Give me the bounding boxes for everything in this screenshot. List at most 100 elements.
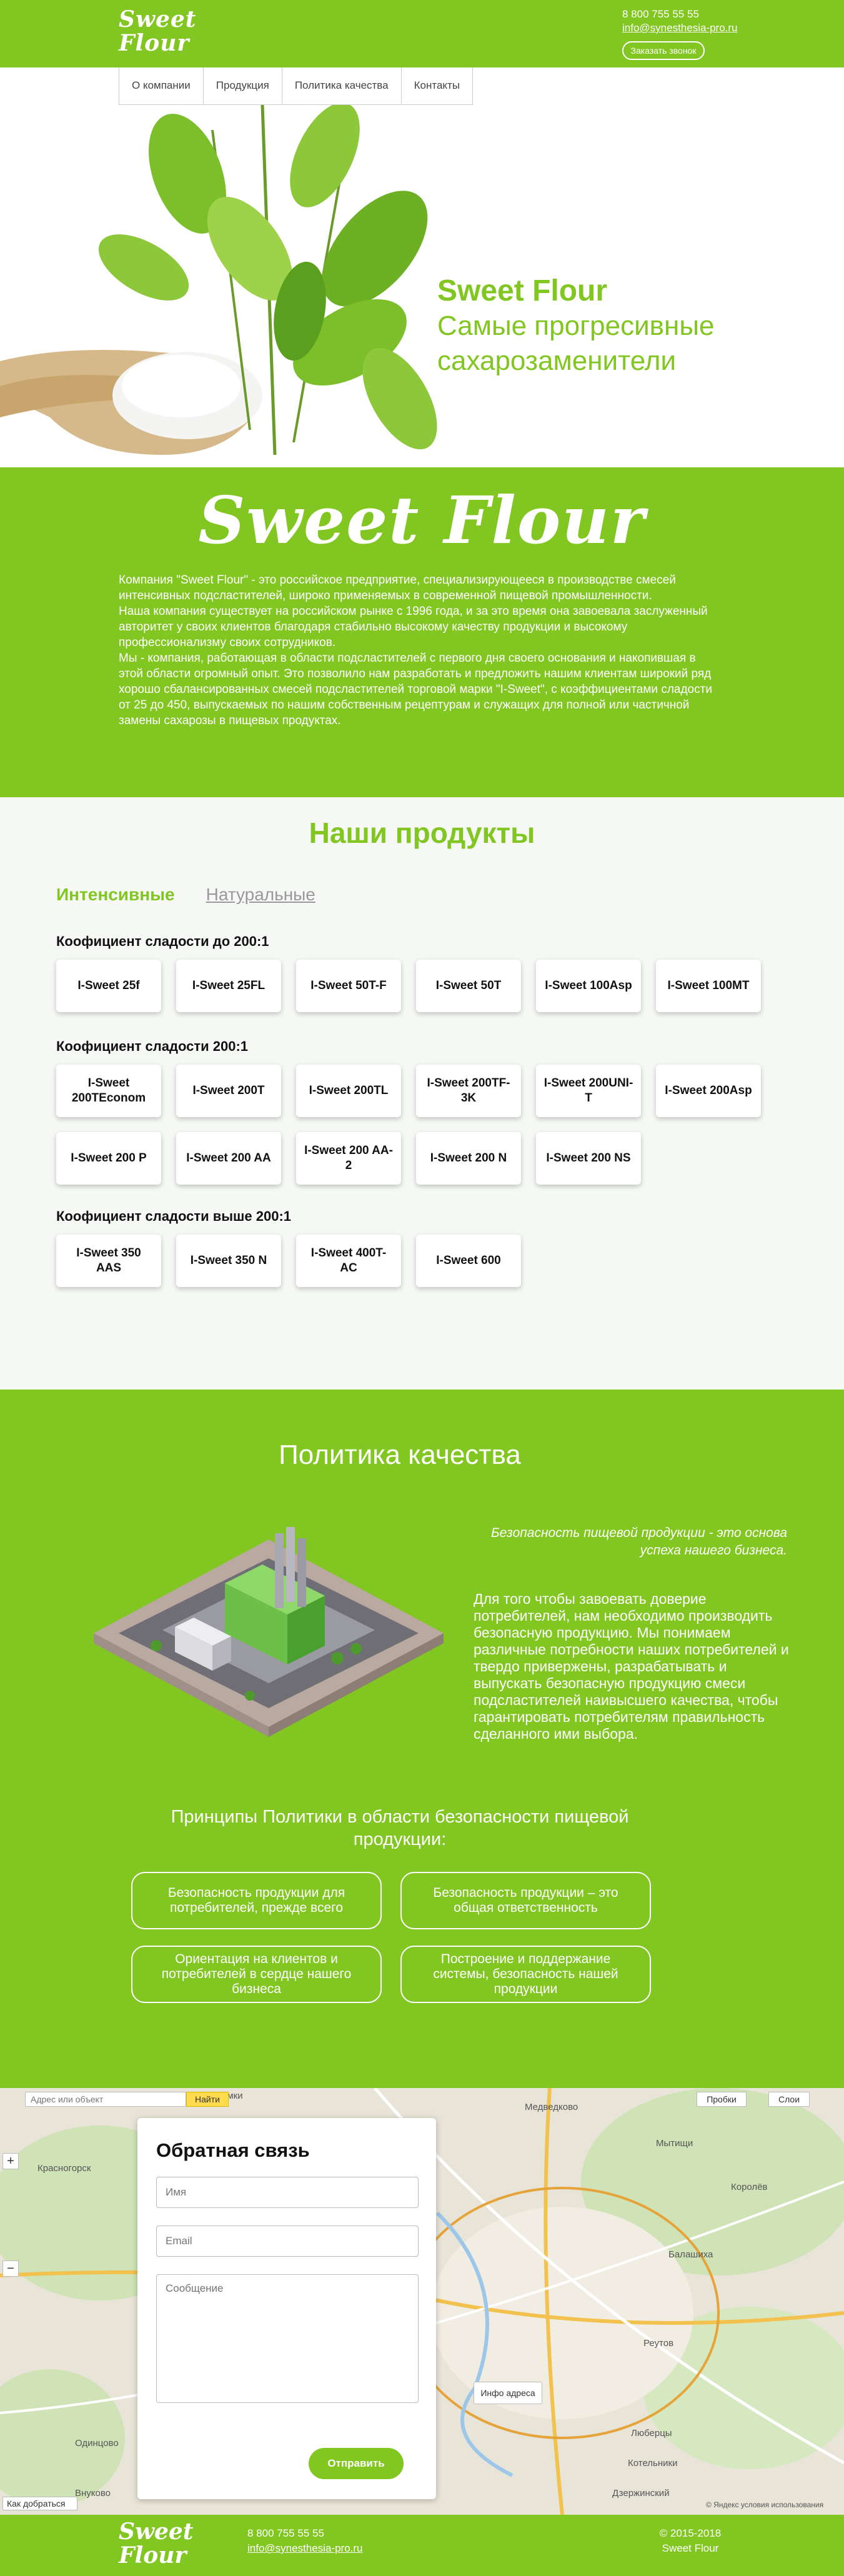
factory-illustration <box>94 1527 444 1737</box>
map-label: Королёв <box>731 2182 768 2192</box>
product-card[interactable]: I-Sweet 100Asp <box>536 960 641 1012</box>
map-label: Люберцы <box>631 2428 672 2439</box>
email-field[interactable] <box>156 2225 419 2257</box>
product-card[interactable]: I-Sweet 400T-AC <box>296 1235 401 1287</box>
product-card[interactable]: I-Sweet 50T-F <box>296 960 401 1012</box>
footer-logo-line1: Sweet <box>119 2519 194 2545</box>
hero-section: Sweet Flour Самые прогресивные сахарозам… <box>0 67 844 467</box>
nav-item-contacts[interactable]: Контакты <box>402 67 472 104</box>
product-card[interactable]: I-Sweet 200TEconom <box>56 1065 161 1117</box>
product-card[interactable]: I-Sweet 350 AAS <box>56 1235 161 1287</box>
zoom-out-button[interactable]: − <box>2 2260 19 2277</box>
name-field[interactable] <box>156 2177 419 2208</box>
logo-line2: Flour <box>119 30 190 56</box>
site-header: Sweet Flour 8 800 755 55 55 info@synesth… <box>0 0 844 67</box>
product-card[interactable]: I-Sweet 200 P <box>56 1132 161 1185</box>
about-text: Компания "Sweet Flour" - это российское … <box>119 572 712 729</box>
about-logo: Sweet Flour <box>198 482 646 559</box>
products-title: Наши продукты <box>309 817 535 849</box>
nav-item-quality-policy[interactable]: Политика качества <box>282 67 402 104</box>
message-field[interactable] <box>156 2274 419 2403</box>
principle-item: Безопасность продукции – это общая ответ… <box>400 1872 651 1929</box>
map-search-input[interactable] <box>25 2092 186 2107</box>
map-section[interactable]: Химки Медведково Балашиха Реутов Люберцы… <box>0 2088 844 2515</box>
product-card[interactable]: I-Sweet 200 AA-2 <box>296 1132 401 1185</box>
map-traffic-button[interactable]: Пробки <box>697 2092 747 2107</box>
header-email-link[interactable]: info@synesthesia-pro.ru <box>622 21 738 35</box>
header-contacts: 8 800 755 55 55 info@synesthesia-pro.ru <box>622 7 738 35</box>
tab-natural[interactable]: Натуральные <box>206 885 315 905</box>
footer-copyright-name: Sweet Flour <box>662 2542 719 2554</box>
site-footer: Sweet Flour 8 800 755 55 55 info@synesth… <box>0 2515 844 2576</box>
footer-phone[interactable]: 8 800 755 55 55 <box>247 2526 363 2541</box>
product-tabs: Интенсивные Натуральные <box>56 885 315 905</box>
nav-item-products[interactable]: Продукция <box>204 67 282 104</box>
principle-item: Построение и поддержание системы, безопа… <box>400 1946 651 2003</box>
zoom-in-button[interactable]: + <box>2 2153 19 2169</box>
product-card[interactable]: I-Sweet 25f <box>56 960 161 1012</box>
map-route-button[interactable]: Как добраться <box>2 2497 77 2510</box>
product-card[interactable]: I-Sweet 50T <box>416 960 521 1012</box>
map-label: Одинцово <box>75 2438 119 2449</box>
map-label: Внуково <box>75 2488 111 2499</box>
hero-text: Sweet Flour Самые прогресивные сахарозам… <box>437 274 714 379</box>
map-copyright: © Яндекс условия использования <box>706 2500 824 2509</box>
policy-title: Политика качества <box>279 1440 521 1470</box>
logo[interactable]: Sweet Flour <box>119 7 196 55</box>
product-cards-group-1: I-Sweet 25f I-Sweet 25FL I-Sweet 50T-F I… <box>56 960 768 1012</box>
logo-line1: Sweet <box>119 6 197 32</box>
group-title-up-to-200: Коофициент сладости до 200:1 <box>56 933 269 949</box>
footer-copyright-years: © 2015-2018 <box>659 2527 722 2539</box>
principle-item: Ориентация на клиентов и потребителей в … <box>131 1946 382 2003</box>
principles-list: Безопасность продукции для потребителей,… <box>131 1872 651 2003</box>
submit-button[interactable]: Отправить <box>309 2448 404 2479</box>
footer-contacts: 8 800 755 55 55 info@synesthesia-pro.ru <box>247 2526 363 2556</box>
map-label: Дзержинский <box>612 2488 670 2499</box>
product-card[interactable]: I-Sweet 200TL <box>296 1065 401 1117</box>
about-section: Sweet Flour Компания "Sweet Flour" - это… <box>0 467 844 797</box>
map-label: Реутов <box>643 2338 674 2349</box>
product-cards-group-3: I-Sweet 350 AAS I-Sweet 350 N I-Sweet 40… <box>56 1235 768 1287</box>
product-card[interactable]: I-Sweet 100MT <box>656 960 761 1012</box>
about-paragraph-1: Компания "Sweet Flour" - это российское … <box>119 574 676 602</box>
product-card[interactable]: I-Sweet 200UNI-T <box>536 1065 641 1117</box>
footer-logo[interactable]: Sweet Flour <box>119 2520 193 2567</box>
order-call-button[interactable]: Заказать звонок <box>622 41 705 60</box>
product-card[interactable]: I-Sweet 200Asp <box>656 1065 761 1117</box>
header-phone[interactable]: 8 800 755 55 55 <box>622 7 738 21</box>
feedback-form: Обратная связь Отправить <box>137 2118 436 2499</box>
policy-quote: Безопасность пищевой продукции - это осн… <box>490 1526 787 1558</box>
footer-email-link[interactable]: info@synesthesia-pro.ru <box>247 2541 363 2556</box>
product-card[interactable]: I-Sweet 25FL <box>176 960 281 1012</box>
hero-title: Sweet Flour <box>437 274 608 307</box>
product-card[interactable]: I-Sweet 200 AA <box>176 1132 281 1185</box>
map-label: Котельники <box>628 2458 678 2469</box>
products-section: Наши продукты Интенсивные Натуральные Ко… <box>0 797 844 1390</box>
hero-subtitle-line1: Самые прогресивные <box>437 311 715 341</box>
map-info-balloon[interactable]: Инфо адреса <box>474 2382 542 2404</box>
policy-text: Для того чтобы завоевать доверие потреби… <box>474 1591 789 1742</box>
product-card[interactable]: I-Sweet 200T <box>176 1065 281 1117</box>
product-card[interactable]: I-Sweet 600 <box>416 1235 521 1287</box>
stevia-leaves-image <box>0 105 437 455</box>
product-card[interactable]: I-Sweet 200 NS <box>536 1132 641 1185</box>
map-layers-button[interactable]: Слои <box>768 2092 810 2107</box>
quality-policy-section: Политика качества Безопасность пищевой п… <box>0 1390 844 2088</box>
product-card[interactable]: I-Sweet 200TF-3K <box>416 1065 521 1117</box>
about-paragraph-2: Наша компания существует на российском р… <box>119 605 708 649</box>
group-title-200: Коофициент сладости 200:1 <box>56 1038 249 1054</box>
map-label: Балашиха <box>668 2249 713 2260</box>
product-card[interactable]: I-Sweet 350 N <box>176 1235 281 1287</box>
tab-intensive[interactable]: Интенсивные <box>56 885 175 905</box>
group-title-above-200: Коофициент сладости выше 200:1 <box>56 1208 292 1224</box>
principle-item: Безопасность продукции для потребителей,… <box>131 1872 382 1929</box>
map-label: Медведково <box>525 2102 578 2112</box>
nav-item-about[interactable]: О компании <box>119 67 204 104</box>
map-label: Красногорск <box>37 2163 91 2174</box>
footer-copyright: © 2015-2018 Sweet Flour <box>625 2526 756 2556</box>
product-cards-group-2: I-Sweet 200TEconom I-Sweet 200T I-Sweet … <box>56 1065 768 1185</box>
product-card[interactable]: I-Sweet 200 N <box>416 1132 521 1185</box>
about-paragraph-3: Мы - компания, работающая в области подс… <box>119 652 712 727</box>
map-find-button[interactable]: Найти <box>186 2092 229 2107</box>
feedback-title: Обратная связь <box>156 2139 310 2161</box>
